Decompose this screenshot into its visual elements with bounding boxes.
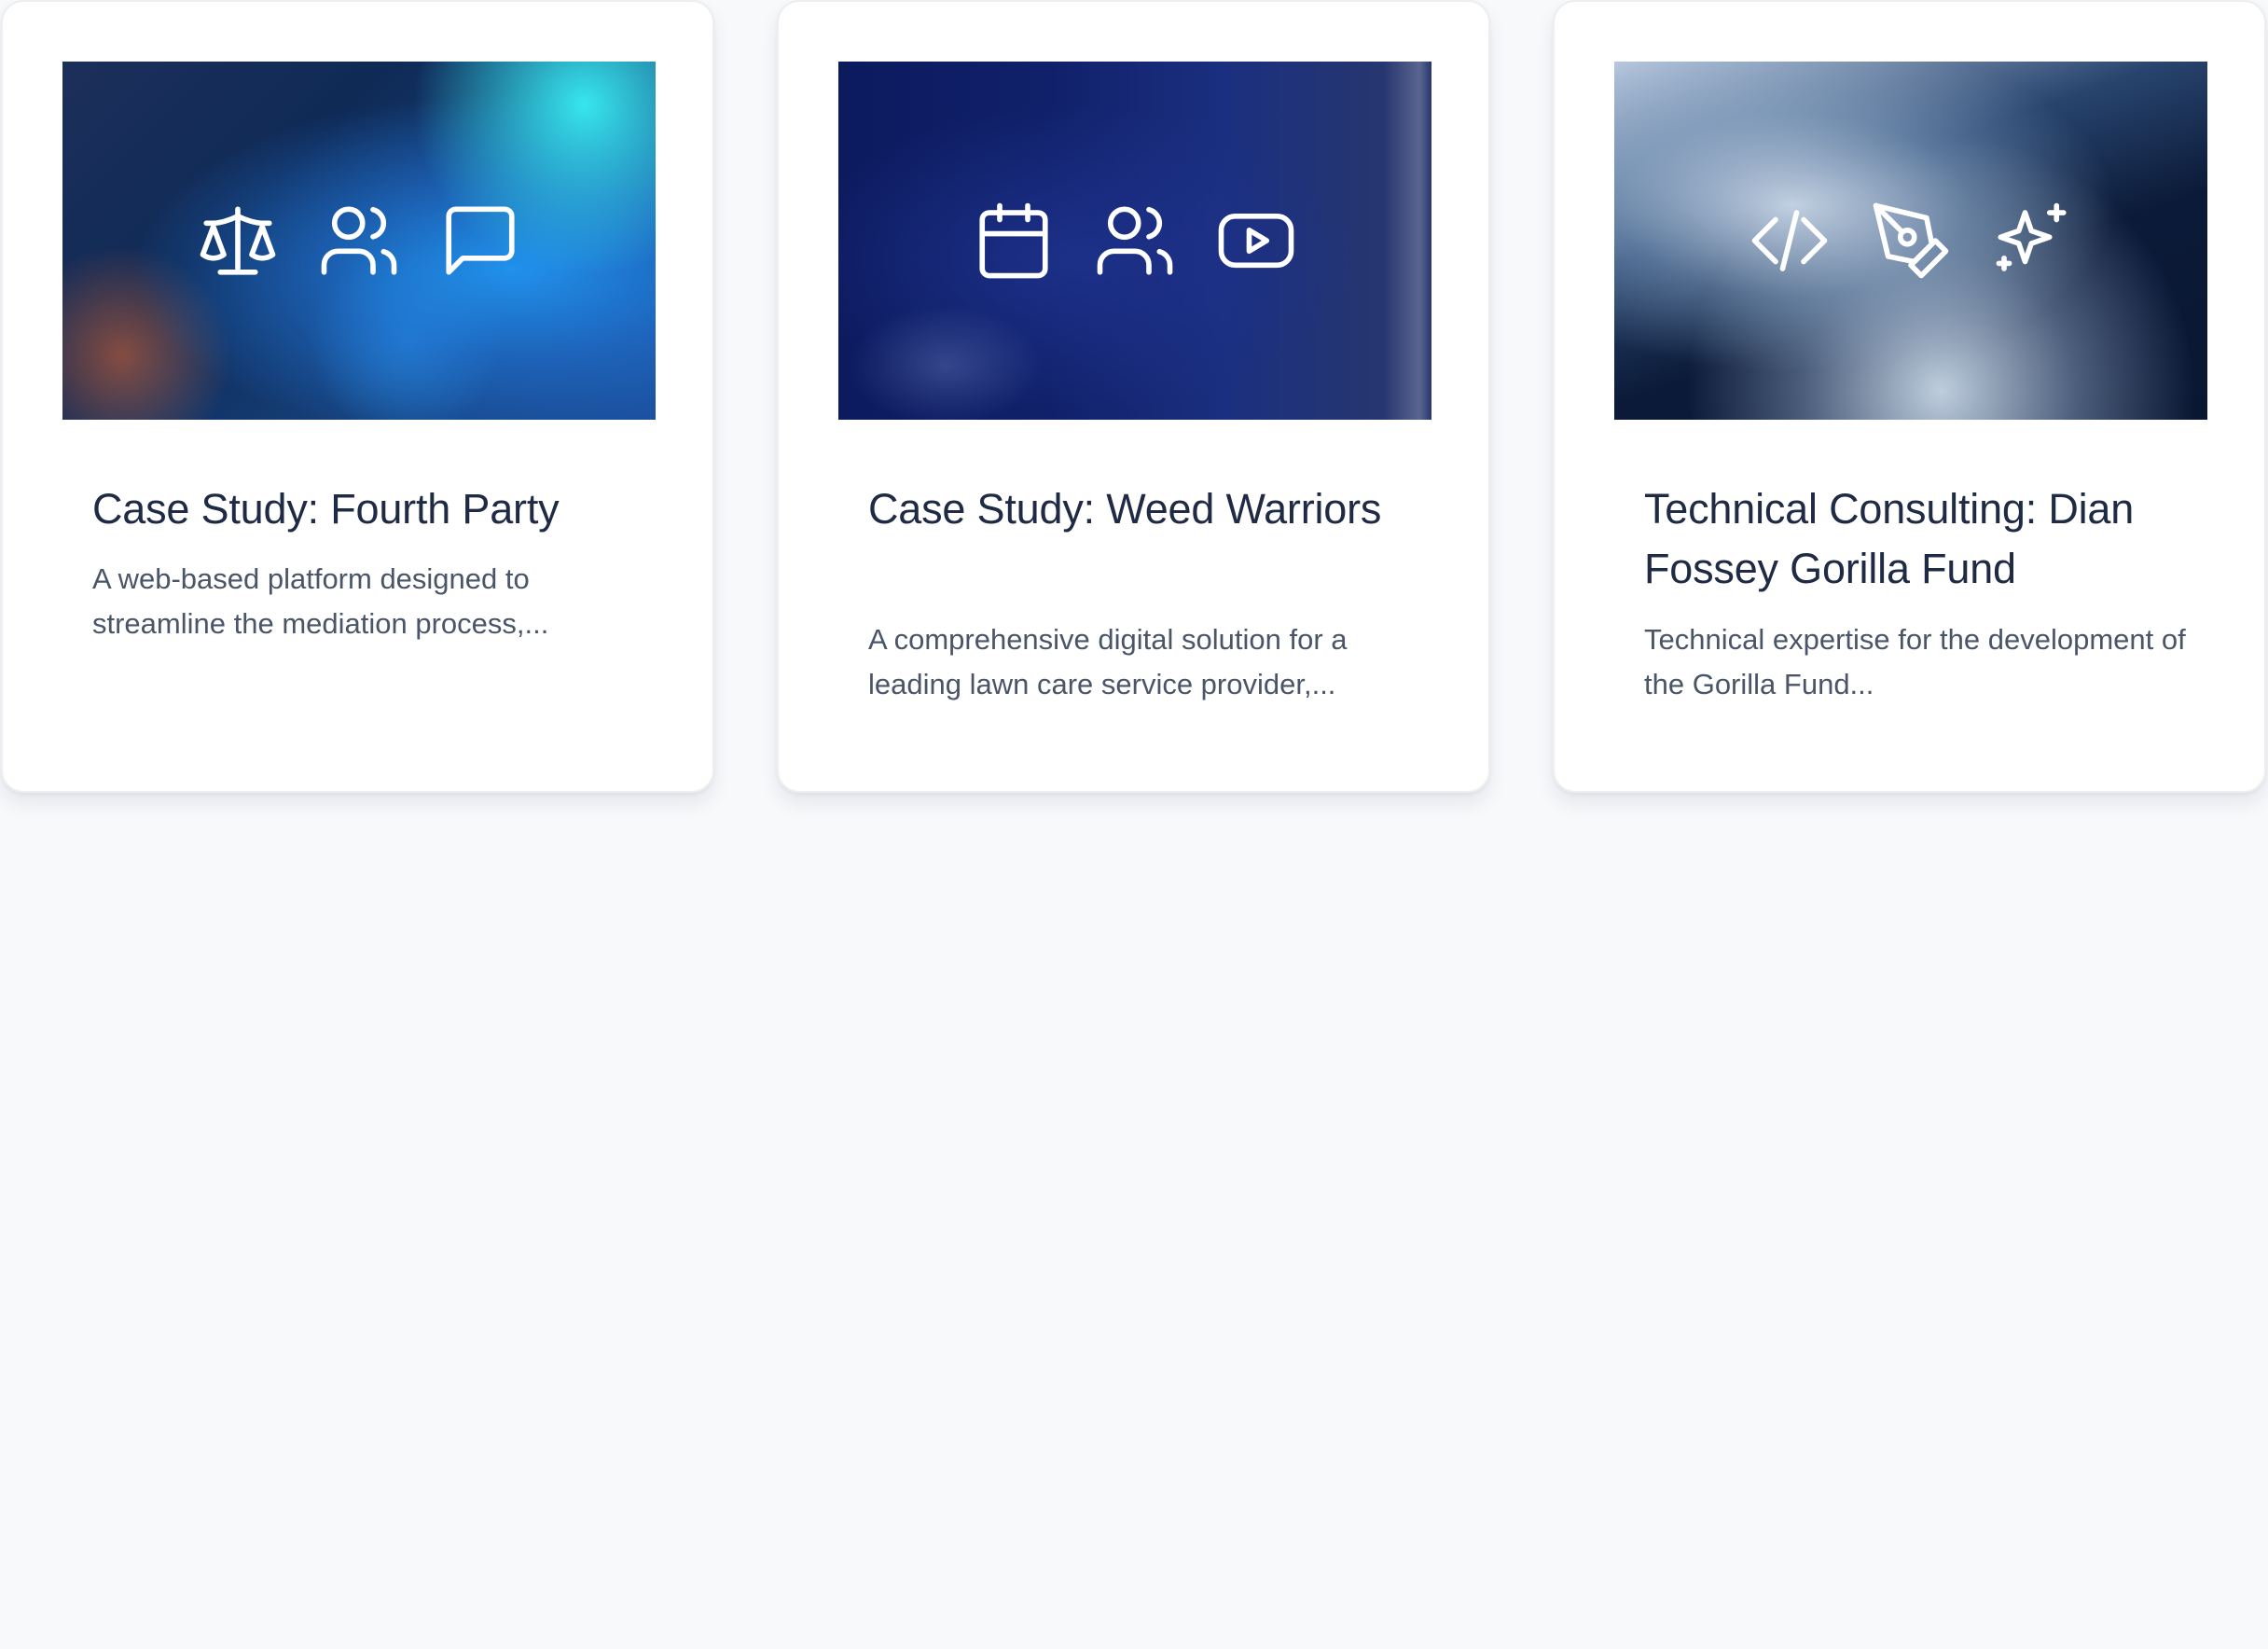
card-weed-warriors[interactable]: Case Study: Weed Warriors A comprehensiv… bbox=[777, 0, 1490, 793]
card-title[interactable]: Case Study: Fourth Party bbox=[92, 479, 652, 539]
pen-tool-icon bbox=[1869, 199, 1953, 283]
icon-row bbox=[838, 62, 1431, 420]
code-icon bbox=[1748, 199, 1832, 283]
card-image bbox=[62, 62, 656, 420]
card-image bbox=[1614, 62, 2207, 420]
icon-row bbox=[1614, 62, 2207, 420]
scale-icon bbox=[196, 199, 280, 283]
card-title[interactable]: Technical Consulting: Dian Fossey Gorill… bbox=[1644, 479, 2204, 599]
users-icon bbox=[317, 199, 401, 283]
card-title[interactable]: Case Study: Weed Warriors bbox=[868, 479, 1428, 539]
icon-row bbox=[62, 62, 656, 420]
sparkles-icon bbox=[1990, 199, 2074, 283]
card-description: A comprehensive digital solution for a l… bbox=[868, 623, 1348, 700]
calendar-icon bbox=[972, 199, 1056, 283]
case-study-grid: Case Study: Fourth Party A web-based pla… bbox=[0, 0, 2268, 795]
card-description: Technical expertise for the development … bbox=[1644, 623, 2186, 700]
users-icon bbox=[1093, 199, 1177, 283]
card-dian-fossey[interactable]: Technical Consulting: Dian Fossey Gorill… bbox=[1553, 0, 2266, 793]
card-image bbox=[838, 62, 1431, 420]
youtube-icon bbox=[1214, 199, 1298, 283]
card-fourth-party[interactable]: Case Study: Fourth Party A web-based pla… bbox=[1, 0, 714, 793]
card-description: A web-based platform designed to streaml… bbox=[92, 562, 549, 640]
message-square-icon bbox=[438, 199, 522, 283]
